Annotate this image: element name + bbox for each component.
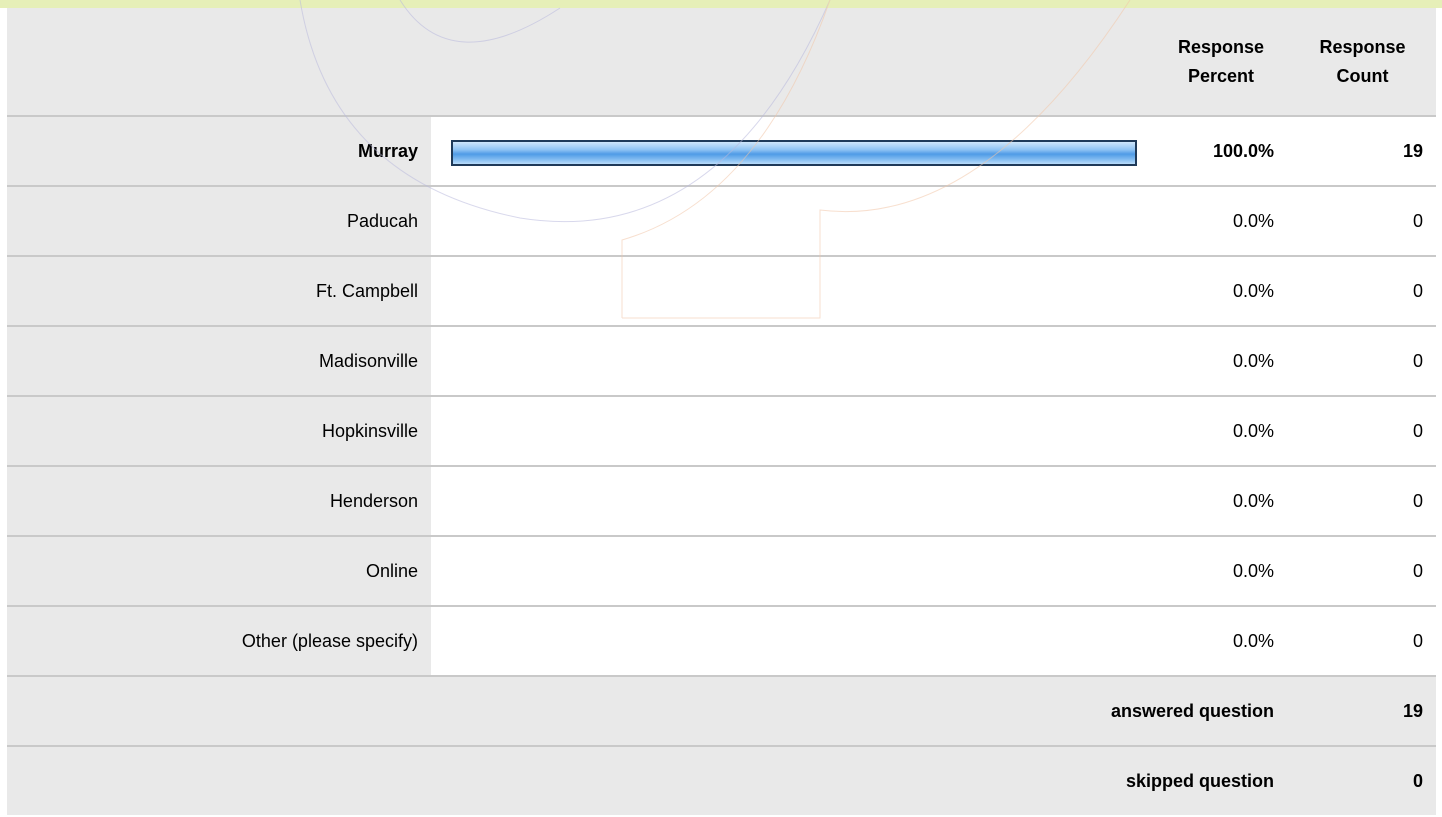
bar-track [451,490,1137,516]
answer-choice-label: Henderson [7,467,431,535]
answer-choice-label: Madisonville [7,327,431,395]
response-percent: 0.0% [1153,257,1289,325]
answer-choice-label: Online [7,537,431,605]
response-count: 0 [1289,537,1436,605]
response-percent: 0.0% [1153,187,1289,255]
bar-cell [431,467,1153,535]
response-percent: 0.0% [1153,537,1289,605]
bar-track [451,350,1137,376]
header-label-cell [7,8,431,115]
skipped-question-label: skipped question [7,747,1289,815]
header-response-percent: Response Percent [1153,8,1289,115]
header-response-count: Response Count [1289,8,1436,115]
answered-question-count: 19 [1289,677,1436,745]
bar-track [451,560,1137,586]
response-count: 19 [1289,117,1436,185]
bar-track [451,210,1137,236]
response-count: 0 [1289,607,1436,675]
response-count: 0 [1289,397,1436,465]
bar-cell [431,187,1153,255]
table-row: Henderson 0.0% 0 [7,467,1436,537]
response-count: 0 [1289,257,1436,325]
response-percent: 0.0% [1153,397,1289,465]
table-row: Other (please specify) 0.0% 0 [7,607,1436,677]
bar-cell [431,117,1153,185]
table-row: Murray 100.0% 19 [7,117,1436,187]
bar-track [451,630,1137,656]
header-row: Response Percent Response Count [7,8,1436,117]
response-count: 0 [1289,327,1436,395]
bar-track [451,140,1137,166]
bar-cell [431,607,1153,675]
answer-choice-label: Paducah [7,187,431,255]
bar-cell [431,257,1153,325]
response-bar [451,140,1137,166]
answer-choice-label: Murray [7,117,431,185]
response-percent: 0.0% [1153,467,1289,535]
response-percent: 100.0% [1153,117,1289,185]
bar-track [451,420,1137,446]
table-row: Hopkinsville 0.0% 0 [7,397,1436,467]
response-percent: 0.0% [1153,607,1289,675]
response-count: 0 [1289,187,1436,255]
bar-track [451,280,1137,306]
answered-question-label: answered question [7,677,1289,745]
answered-row: answered question 19 [7,677,1436,747]
survey-results-frame: Response Percent Response Count Murray 10… [0,0,1442,815]
table-row: Ft. Campbell 0.0% 0 [7,257,1436,327]
table-row: Paducah 0.0% 0 [7,187,1436,257]
skipped-question-count: 0 [1289,747,1436,815]
response-count: 0 [1289,467,1436,535]
table-row: Madisonville 0.0% 0 [7,327,1436,397]
answer-choice-label: Ft. Campbell [7,257,431,325]
answer-choice-label: Other (please specify) [7,607,431,675]
skipped-row: skipped question 0 [7,747,1436,817]
response-percent: 0.0% [1153,327,1289,395]
bar-cell [431,327,1153,395]
table-row: Online 0.0% 0 [7,537,1436,607]
bar-cell [431,397,1153,465]
top-strip [0,0,1442,8]
bar-cell [431,537,1153,605]
header-bar-cell [431,8,1153,115]
answer-choice-label: Hopkinsville [7,397,431,465]
